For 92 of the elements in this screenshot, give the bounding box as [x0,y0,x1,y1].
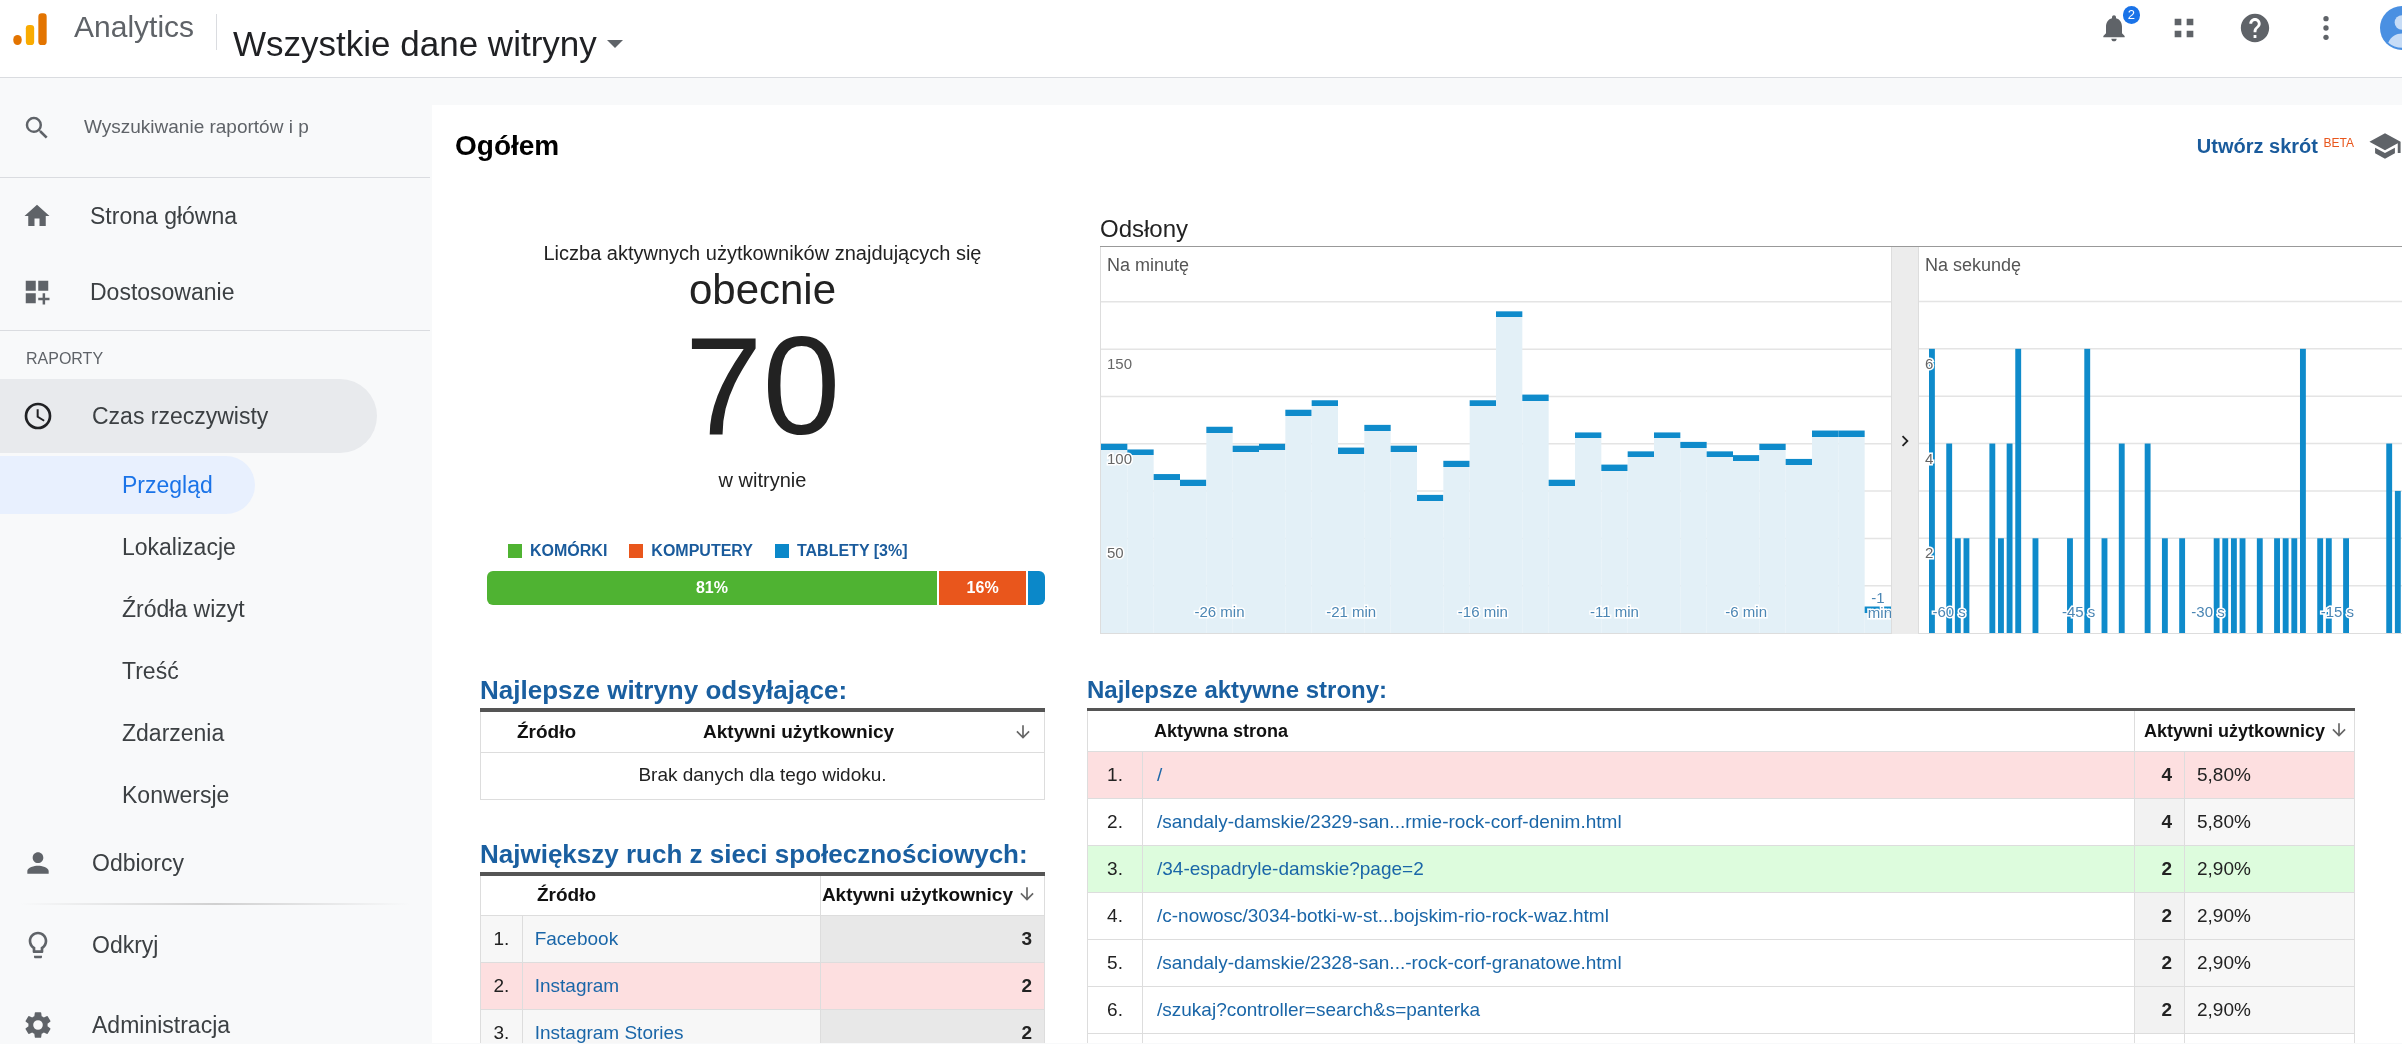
sidebar-label: Czas rzeczywisty [92,401,269,431]
column-header[interactable]: Źródło [480,710,613,752]
axis-label: -26 min [1194,603,1245,620]
axis-label: -16 min [1457,603,1508,620]
legend-label: KOMÓRKI [530,540,608,561]
sidebar-item[interactable]: Administracja [0,985,430,1044]
table-cell: 2,90% [2184,986,2355,1034]
chart-title: Na minutę [1107,255,1190,275]
column-header[interactable]: Aktywna strona [1087,709,2135,752]
sidebar-label: Administracja [92,1010,231,1040]
axis-label: -30 s [2191,603,2225,620]
app-name: Analytics [74,9,195,45]
sidebar-item[interactable]: Odbiorcy [0,826,377,900]
help-icon[interactable] [2238,11,2272,45]
sidebar-label: Strona główna [90,201,238,231]
source-link[interactable]: Instagram [534,974,620,996]
row-number: 4. [1087,892,1143,940]
search-field[interactable]: Wyszukiwanie raportów i p [82,112,382,143]
legend-label: KOMPUTERY [651,541,753,561]
column-header[interactable]: Aktywni użytkownicy [612,710,1045,752]
notification-badge: 2 [2122,6,2140,24]
table-cell: 2 [2134,892,2185,940]
empty-message: Brak danych dla tego widoku. [480,752,1045,799]
table-cell: 2,90% [2184,845,2355,893]
caption-text: w witrynie [717,468,808,493]
caret-down-icon [606,40,623,49]
row-number: 6. [1087,986,1143,1034]
bar-segment [1028,571,1045,605]
sidebar-item[interactable]: Dostosowanie [0,254,430,330]
sidebar-item[interactable]: Czas rzeczywisty [0,379,377,453]
table-cell: 4 [2134,751,2185,799]
table-cell: 2 [2134,939,2185,987]
chart-title: Na sekundę [1925,255,2022,275]
axis-label: 50 [1107,544,1124,562]
source-link[interactable]: Facebook [534,927,619,949]
axis-label: 150 [1107,355,1133,373]
axis-label: -6 min [1725,603,1767,620]
table-cell: 2,90% [2184,939,2355,987]
sidebar-subitem[interactable]: Źródła wizyt [0,580,255,638]
table-title: Najlepsze aktywne strony: [1087,675,1389,705]
row-number: 5. [1087,939,1143,987]
row-number: 1. [480,915,523,963]
axis-label: -21 min [1326,603,1377,620]
clock-icon [22,400,54,432]
page-link[interactable]: / [1157,763,1163,785]
table-cell: 2 [820,1009,1045,1043]
column-header[interactable]: Aktywni użytkownicy [2134,709,2355,752]
table-cell: 2 [2134,845,2185,893]
sidebar-label: Dostosowanie [90,277,235,307]
table-cell: 2,90% [2184,892,2355,940]
column-header[interactable]: Źródło [480,873,821,916]
axis-label: -11 min [1590,603,1639,620]
caption-text: Liczba aktywnych użytkowników znajdujących się [542,241,983,266]
table-title: Największy ruch z sieci społecznościowych: [480,837,1029,871]
legend-label: TABLETY [3%] [796,541,908,561]
table-cell: 2 [2134,986,2185,1034]
row-number: 1. [1087,751,1143,799]
property-selector[interactable]: Wszystkie dane witryny [233,18,623,71]
sidebar-subitem[interactable]: Zdarzenia [0,704,255,762]
axis-label: 6 [1925,354,1934,372]
sidebar-subitem[interactable]: Przegląd [0,456,255,514]
page-title: Ogółem [455,129,560,163]
sidebar-subitem[interactable]: Konwersje [0,766,255,824]
row-number: 2. [1087,798,1143,846]
section-title: Odsłony [1100,212,2402,247]
axis-label: 100 [1107,449,1133,467]
active-user-count: 70 [683,321,842,451]
caption-emphasis: obecnie [687,267,838,313]
page-link[interactable]: /34-espadryle-damskie?page=2 [1157,857,1424,879]
sidebar-subitem[interactable]: Treść [0,642,255,700]
row-number: 2. [480,962,523,1010]
column-header[interactable]: Aktywni użytkownicy [820,873,1045,916]
create-shortcut-link[interactable]: Utwórz skrót $^{BETA}$ [2196,131,2354,161]
table-cell: 3 [820,915,1045,963]
row-number: 3. [480,1009,523,1043]
bar-segment: 16% [938,571,1029,605]
bar-segment: 81% [487,571,939,605]
axis-label: 2 [1925,544,1934,562]
table-cell: 4 [2134,798,2185,846]
sidebar-label: Odbiorcy [92,848,185,878]
sidebar-item[interactable]: Strona główna [0,178,430,254]
table-cell: 5,80% [2184,798,2355,846]
axis-label: 4 [1925,449,1934,467]
table-title: Najlepsze witryny odsyłające: [480,674,849,707]
sidebar-item[interactable]: Odkryj [0,905,430,985]
sidebar-label: Odkryj [92,930,159,960]
table-cell: 5,80% [2184,751,2355,799]
axis-label: -1 min [1867,589,1891,621]
sidebar-subitem[interactable]: Lokalizacje [0,518,255,576]
row-number: 3. [1087,845,1143,893]
page-link[interactable]: /szukaj?controller=search&s=panterka [1157,998,1481,1020]
table-cell: 2 [820,962,1045,1010]
